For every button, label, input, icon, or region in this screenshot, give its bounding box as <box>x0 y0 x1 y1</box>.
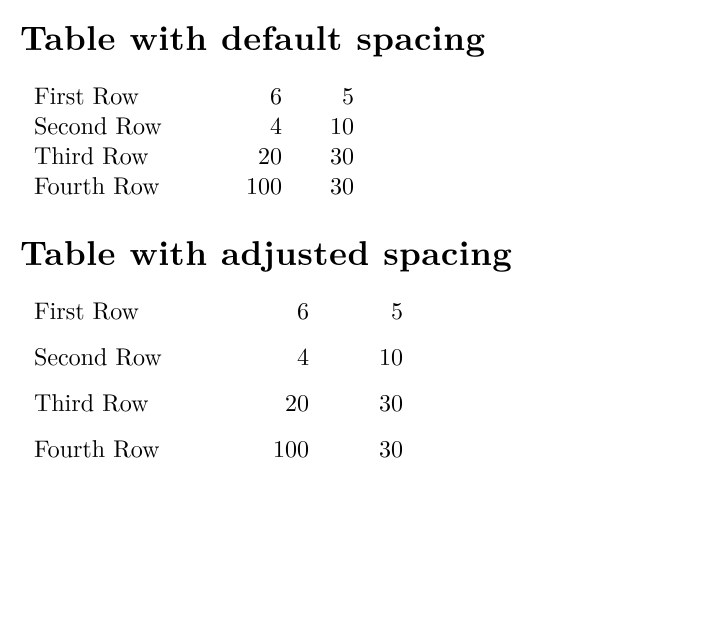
cell-label: Fourth Row <box>34 416 247 462</box>
cell-value: 5 <box>316 79 354 109</box>
table-row: First Row 6 5 <box>34 294 403 324</box>
section-default-spacing: Table with default spacing First Row 6 5… <box>20 12 697 199</box>
table-row: Third Row 20 30 <box>34 370 403 416</box>
heading-adjusted-spacing: Table with adjusted spacing <box>20 227 697 276</box>
cell-value: 4 <box>227 109 316 139</box>
cell-value: 4 <box>247 324 365 370</box>
table-row: Second Row 4 10 <box>34 324 403 370</box>
cell-value: 6 <box>227 79 316 109</box>
heading-default-spacing: Table with default spacing <box>20 12 697 61</box>
cell-label: First Row <box>34 294 247 324</box>
table-row: Fourth Row 100 30 <box>34 169 354 199</box>
cell-value: 30 <box>365 416 403 462</box>
cell-value: 20 <box>227 139 316 169</box>
table-row: Third Row 20 30 <box>34 139 354 169</box>
table-row: First Row 6 5 <box>34 79 354 109</box>
cell-value: 30 <box>316 139 354 169</box>
cell-value: 100 <box>227 169 316 199</box>
table-row: Second Row 4 10 <box>34 109 354 139</box>
cell-value: 20 <box>247 370 365 416</box>
cell-value: 10 <box>365 324 403 370</box>
cell-label: Second Row <box>34 324 247 370</box>
section-adjusted-spacing: Table with adjusted spacing First Row 6 … <box>20 227 697 462</box>
table-default-spacing: First Row 6 5 Second Row 4 10 Third Row … <box>34 79 354 199</box>
table-adjusted-spacing: First Row 6 5 Second Row 4 10 Third Row … <box>34 294 403 462</box>
cell-value: 100 <box>247 416 365 462</box>
table-row: Fourth Row 100 30 <box>34 416 403 462</box>
cell-label: First Row <box>34 79 227 109</box>
cell-label: Second Row <box>34 109 227 139</box>
cell-label: Third Row <box>34 370 247 416</box>
cell-value: 30 <box>365 370 403 416</box>
cell-label: Fourth Row <box>34 169 227 199</box>
cell-value: 10 <box>316 109 354 139</box>
cell-value: 30 <box>316 169 354 199</box>
cell-label: Third Row <box>34 139 227 169</box>
cell-value: 5 <box>365 294 403 324</box>
cell-value: 6 <box>247 294 365 324</box>
